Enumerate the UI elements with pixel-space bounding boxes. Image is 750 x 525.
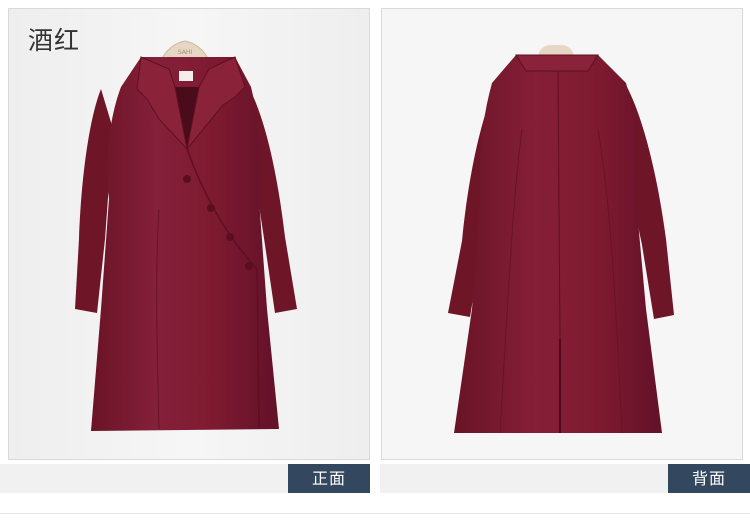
back-caption-bar: 背面 xyxy=(380,464,750,493)
coat-back-photo xyxy=(382,9,742,459)
coat-button xyxy=(183,175,191,183)
coat-button xyxy=(226,233,234,241)
coat-front-photo: SAHI xyxy=(9,9,369,459)
coat-button xyxy=(245,262,253,270)
front-view-panel: SAHI 酒红 xyxy=(8,8,370,460)
svg-text:SAHI: SAHI xyxy=(178,49,193,56)
bottom-divider xyxy=(0,513,750,514)
coat-button xyxy=(207,204,215,212)
front-view-tag: 正面 xyxy=(288,464,370,493)
back-view-panel xyxy=(381,8,743,460)
color-name-label: 酒红 xyxy=(28,26,81,55)
front-caption-bar: 正面 xyxy=(0,464,370,493)
back-view-tag: 背面 xyxy=(668,464,750,493)
